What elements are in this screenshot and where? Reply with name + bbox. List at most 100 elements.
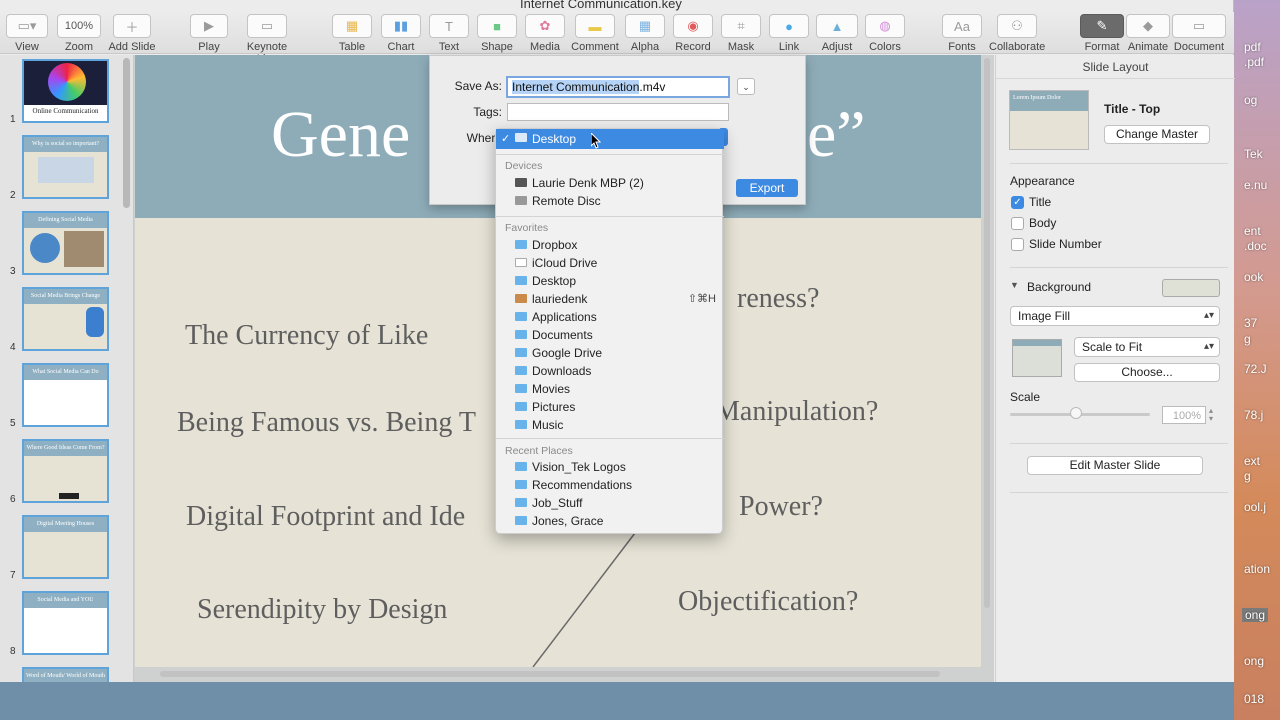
menu-item-favorite[interactable]: Applications (496, 308, 724, 326)
desktop-file-label[interactable]: pdf (1244, 40, 1261, 54)
fonts-button[interactable]: Aa Fonts (942, 14, 982, 53)
background-color-well[interactable] (1162, 279, 1220, 297)
shape-button[interactable]: ■ Shape (477, 14, 517, 53)
menu-item-favorite[interactable]: Google Drive (496, 344, 724, 362)
comment-button[interactable]: ▬ Comment (571, 14, 619, 53)
document-button[interactable]: ▭ Document (1172, 14, 1226, 53)
slide-thumbnail[interactable]: Defining Social Media (22, 211, 109, 275)
desktop-file-label[interactable]: ext (1244, 454, 1260, 468)
animate-button[interactable]: ◆ Animate (1126, 14, 1170, 53)
slide-thumbnail[interactable]: Social Media and YOU (22, 591, 109, 655)
chart-button[interactable]: ▮▮ Chart (381, 14, 421, 53)
menu-item-device[interactable]: Laurie Denk MBP (2) (496, 174, 724, 192)
disclosure-triangle-icon[interactable]: ▼ (1010, 280, 1019, 290)
desktop-file-label[interactable]: og (1244, 93, 1257, 107)
canvas-horizontal-scrollbar[interactable] (160, 671, 940, 677)
disc-icon (515, 196, 527, 205)
table-button[interactable]: ▦ Table (332, 14, 372, 53)
desktop-file-label[interactable]: ong (1242, 608, 1269, 622)
desktop-file-label[interactable]: ool.j (1244, 500, 1266, 514)
slide-number-checkbox[interactable] (1011, 238, 1024, 251)
slide-thumbnail[interactable]: Where Good Ideas Come From? (22, 439, 109, 503)
menu-item-recent[interactable]: Jones, Grace (496, 512, 724, 530)
filename-input[interactable]: Internet Communication.m4v (506, 76, 730, 98)
view-button[interactable]: ▭▾ View (6, 14, 48, 53)
desktop-file-label[interactable]: Tek (1244, 147, 1263, 161)
tags-input[interactable] (507, 103, 729, 121)
alpha-button[interactable]: ▦ Alpha (625, 14, 665, 53)
text-button[interactable]: T Text (429, 14, 469, 53)
menu-item-device[interactable]: Remote Disc (496, 192, 724, 210)
image-fill-preview[interactable] (1012, 339, 1062, 377)
slide-text-item[interactable]: Power? (739, 491, 823, 523)
slide-text-item[interactable]: Digital Footprint and Ide (186, 501, 465, 533)
menu-item-recent[interactable]: Recommendations (496, 476, 724, 494)
choose-image-button[interactable]: Choose... (1074, 363, 1220, 382)
link-button[interactable]: ● Link (769, 14, 809, 53)
slide-text-item[interactable]: The Currency of Like (185, 320, 428, 352)
menu-item-favorite[interactable]: Dropbox (496, 236, 724, 254)
desktop-file-label[interactable]: .pdf (1244, 55, 1264, 69)
slide-thumbnail[interactable]: Why is social so important? (22, 135, 109, 199)
stepper-icon[interactable]: ▴ ▾ (1209, 407, 1213, 423)
desktop-file-label[interactable]: 37 (1244, 316, 1257, 330)
canvas-vertical-scrollbar[interactable] (984, 58, 990, 608)
desktop-file-label[interactable]: .doc (1244, 239, 1267, 253)
desktop-file-label[interactable]: g (1244, 332, 1251, 346)
desktop-file-label[interactable]: ook (1244, 270, 1263, 284)
scale-mode-select[interactable]: Scale to Fit ▴▾ (1074, 337, 1220, 357)
zoom-button[interactable]: 100% Zoom (57, 14, 101, 53)
devices-header: Devices (505, 160, 543, 172)
scale-input[interactable]: 100% (1162, 406, 1206, 424)
body-checkbox[interactable] (1011, 217, 1024, 230)
slide-thumbnail[interactable]: Online Communication (22, 59, 109, 123)
fill-type-select[interactable]: Image Fill ▴▾ (1010, 306, 1220, 326)
desktop-file-label[interactable]: ation (1244, 562, 1270, 576)
desktop-file-label[interactable]: ong (1244, 654, 1264, 668)
desktop-file-label[interactable]: 78.j (1244, 408, 1263, 422)
add-slide-button[interactable]: ＋ Add Slide (108, 14, 156, 53)
filename-extension: .m4v (639, 80, 666, 94)
record-button[interactable]: ◉ Record (673, 14, 713, 53)
desktop-file-label[interactable]: e.nu (1244, 178, 1267, 192)
master-thumbnail[interactable]: Lorem Ipsum Dolor (1009, 90, 1089, 150)
slide-thumbnail[interactable]: Social Media Brings Change (22, 287, 109, 351)
menu-item-favorite[interactable]: Downloads (496, 362, 724, 380)
slide-text-item[interactable]: Objectification? (678, 586, 858, 618)
menu-item-favorite[interactable]: Pictures (496, 398, 724, 416)
colors-button[interactable]: ◍ Colors (865, 14, 905, 53)
slide-text-item[interactable]: Being Famous vs. Being T (177, 407, 476, 439)
menu-item-selected-desktop[interactable]: ✓ Desktop (496, 129, 724, 149)
slide-text-item[interactable]: Manipulation? (715, 396, 878, 428)
menu-item-recent[interactable]: Vision_Tek Logos (496, 458, 724, 476)
slide-thumbnail[interactable]: Digital Meeting Houses (22, 515, 109, 579)
slide-thumbnail[interactable]: What Social Media Can Do (22, 363, 109, 427)
desktop-file-label[interactable]: g (1244, 469, 1251, 483)
export-button[interactable]: Export (736, 179, 798, 197)
menu-item-favorite[interactable]: Movies (496, 380, 724, 398)
desktop-file-label[interactable]: ent (1244, 224, 1261, 238)
menu-item-favorite[interactable]: Music (496, 416, 724, 434)
format-button[interactable]: ✎ Format (1080, 14, 1124, 53)
mask-button[interactable]: ⌗ Mask (721, 14, 761, 53)
desktop-file-label[interactable]: 72.J (1244, 362, 1267, 376)
menu-item-favorite[interactable]: Documents (496, 326, 724, 344)
navigator-scrollbar[interactable] (123, 58, 130, 208)
menu-item-favorite[interactable]: iCloud Drive (496, 254, 724, 272)
title-checkbox[interactable]: ✓ (1011, 196, 1024, 209)
scale-slider-thumb[interactable] (1070, 407, 1082, 419)
media-button[interactable]: ✿ Media (525, 14, 565, 53)
menu-item-recent[interactable]: Job_Stuff (496, 494, 724, 512)
slide-text-item[interactable]: Serendipity by Design (197, 594, 447, 626)
menu-item-favorite[interactable]: lauriedenk ⇧⌘H (496, 290, 724, 308)
play-button[interactable]: ▶ Play (190, 14, 228, 53)
expand-chevron-icon[interactable]: ⌄ (737, 78, 755, 95)
slide-thumbnail[interactable]: Word of Mouth/ World of Mouth (22, 667, 109, 682)
slide-text-item[interactable]: reness? (737, 283, 819, 315)
adjust-button[interactable]: ▲ Adjust (816, 14, 858, 53)
edit-master-slide-button[interactable]: Edit Master Slide (1027, 456, 1203, 475)
menu-item-favorite[interactable]: Desktop (496, 272, 724, 290)
collaborate-button[interactable]: ⚇ Collaborate (989, 14, 1045, 53)
change-master-button[interactable]: Change Master (1104, 125, 1210, 144)
desktop-file-label[interactable]: 018 (1244, 692, 1264, 706)
